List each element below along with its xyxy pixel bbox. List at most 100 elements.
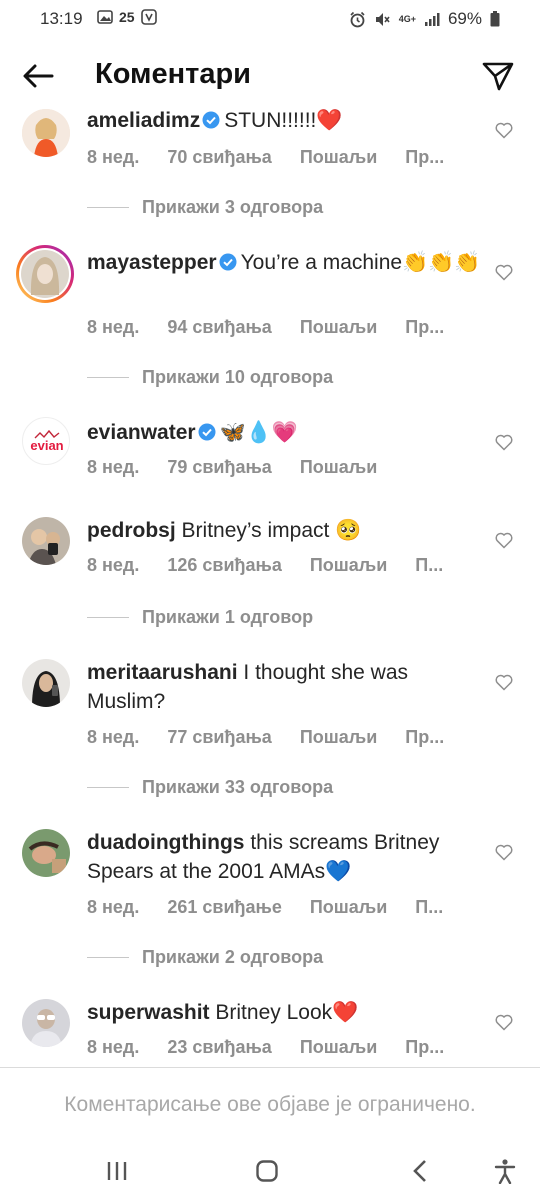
view-replies-label: Прикажи 33 одговора: [142, 777, 334, 797]
recents-button[interactable]: [100, 1156, 134, 1186]
comment-text: You’re a machine👏👏👏: [240, 251, 481, 274]
top-bar: Коментари: [0, 48, 540, 104]
replies-divider: [87, 957, 129, 958]
comment-text: Britney Look❤️: [215, 1001, 359, 1024]
view-replies-label: Прикажи 3 одговора: [142, 197, 324, 217]
comment-username[interactable]: pedrobsj: [87, 519, 176, 542]
back-button[interactable]: [18, 58, 58, 94]
heart-icon[interactable]: [494, 262, 514, 282]
avatar[interactable]: [22, 999, 70, 1047]
more-link[interactable]: Пр...: [405, 317, 444, 338]
comment-meta: 8 нед. 126 свиђања Пошаљи П...: [87, 555, 471, 576]
evian-logo: evian: [30, 429, 64, 453]
heart-icon[interactable]: [494, 1012, 514, 1032]
system-navigation-bar: [0, 1142, 540, 1200]
app-notification-icon: [140, 9, 157, 25]
replies-divider: [87, 377, 129, 378]
comment-restriction-bar: Коментарисање ове објаве је ограничено.: [0, 1067, 540, 1142]
view-replies-button[interactable]: Прикажи 3 одговора: [87, 197, 323, 218]
avatar[interactable]: [22, 109, 70, 157]
avatar[interactable]: evian: [22, 417, 70, 465]
view-replies-button[interactable]: Прикажи 1 одговор: [87, 607, 313, 628]
comment-meta: 8 нед. 94 свиђања Пошаљи Пр...: [87, 317, 472, 338]
comment-time: 8 нед.: [87, 897, 140, 917]
comment-meta: 8 нед. 79 свиђања Пошаљи: [87, 457, 405, 478]
back-nav-button[interactable]: [403, 1156, 437, 1186]
heart-icon[interactable]: [494, 432, 514, 452]
view-replies-button[interactable]: Прикажи 10 одговора: [87, 367, 333, 388]
comment-body: evianwater 🦋💧💗: [87, 418, 487, 447]
likes-count[interactable]: 79 свиђања: [167, 457, 272, 478]
send-link[interactable]: Пошаљи: [300, 457, 377, 478]
comment-username[interactable]: meritaarushani: [87, 661, 238, 684]
system-icons: 4G+ 69%: [349, 9, 500, 29]
comment-time: 8 нед.: [87, 1037, 140, 1057]
comment-body: pedrobsj Britney’s impact 🥺: [87, 516, 487, 545]
comment-body: mayastepper You’re a machine👏👏👏: [87, 248, 487, 277]
alarm-icon: [350, 11, 365, 27]
notification-count: 25: [119, 9, 135, 25]
comment-username[interactable]: mayastepper: [87, 251, 217, 274]
avatar-image: [22, 999, 70, 1047]
avatar-image: [19, 248, 71, 300]
view-replies-label: Прикажи 10 одговора: [142, 367, 334, 387]
comment-meta: 8 нед. 23 свиђања Пошаљи Пр...: [87, 1037, 472, 1058]
notification-icons: 25: [97, 9, 157, 25]
accessibility-button[interactable]: [488, 1156, 522, 1186]
avatar-image: [22, 829, 70, 877]
send-link[interactable]: Пошаљи: [300, 317, 377, 338]
more-link[interactable]: Пр...: [405, 1037, 444, 1058]
home-icon: [256, 1160, 278, 1182]
page-title: Коментари: [95, 58, 252, 90]
heart-icon[interactable]: [494, 530, 514, 550]
replies-divider: [87, 207, 129, 208]
clock: 13:19: [40, 9, 83, 28]
likes-count[interactable]: 261 свиђање: [167, 897, 282, 918]
send-link[interactable]: Пошаљи: [310, 897, 387, 918]
accessibility-icon: [494, 1159, 516, 1184]
verified-badge-icon: [202, 111, 220, 129]
avatar[interactable]: [22, 659, 70, 707]
send-link[interactable]: Пошаљи: [300, 1037, 377, 1058]
heart-icon[interactable]: [494, 672, 514, 692]
send-link[interactable]: Пошаљи: [300, 147, 377, 168]
comment-username[interactable]: superwashit: [87, 1001, 210, 1024]
mute-icon: [375, 12, 390, 26]
comment-meta: 8 нед. 77 свиђања Пошаљи Пр...: [87, 727, 472, 748]
comment-body: ameliadimz STUN!!!!!!❤️: [87, 106, 487, 135]
home-button[interactable]: [250, 1156, 284, 1186]
comment-time: 8 нед.: [87, 317, 140, 337]
heart-icon[interactable]: [494, 120, 514, 140]
comment-username[interactable]: ameliadimz: [87, 109, 200, 132]
likes-count[interactable]: 23 свиђања: [167, 1037, 272, 1058]
heart-icon[interactable]: [494, 842, 514, 862]
comments-list[interactable]: ameliadimz STUN!!!!!!❤️ 8 нед. 70 свиђања…: [0, 100, 540, 1065]
comment-text: 🦋💧💗: [219, 421, 299, 444]
avatar[interactable]: [22, 829, 70, 877]
comment-time: 8 нед.: [87, 147, 140, 167]
avatar-image: [22, 109, 70, 157]
likes-count[interactable]: 126 свиђања: [167, 555, 282, 576]
comment-username[interactable]: evianwater: [87, 421, 196, 444]
battery-icon: [490, 11, 500, 27]
more-link[interactable]: Пр...: [405, 727, 444, 748]
share-button[interactable]: [478, 56, 518, 96]
view-replies-button[interactable]: Прикажи 2 одговора: [87, 947, 323, 968]
likes-count[interactable]: 94 свиђања: [167, 317, 272, 338]
more-link[interactable]: П...: [415, 555, 443, 576]
comment-username[interactable]: duadoingthings: [87, 831, 244, 854]
send-link[interactable]: Пошаљи: [310, 555, 387, 576]
likes-count[interactable]: 70 свиђања: [167, 147, 272, 168]
avatar[interactable]: [22, 517, 70, 565]
avatar[interactable]: [16, 245, 74, 303]
comment-meta: 8 нед. 261 свиђање Пошаљи П...: [87, 897, 471, 918]
send-link[interactable]: Пошаљи: [300, 727, 377, 748]
comment-text: Britney’s impact 🥺: [181, 519, 362, 542]
view-replies-button[interactable]: Прикажи 33 одговора: [87, 777, 333, 798]
likes-count[interactable]: 77 свиђања: [167, 727, 272, 748]
verified-badge-icon: [219, 253, 237, 271]
battery-percent: 69%: [447, 9, 482, 28]
more-link[interactable]: П...: [415, 897, 443, 918]
more-link[interactable]: Пр...: [405, 147, 444, 168]
restriction-notice: Коментарисање ове објаве је ограничено.: [64, 1093, 476, 1116]
